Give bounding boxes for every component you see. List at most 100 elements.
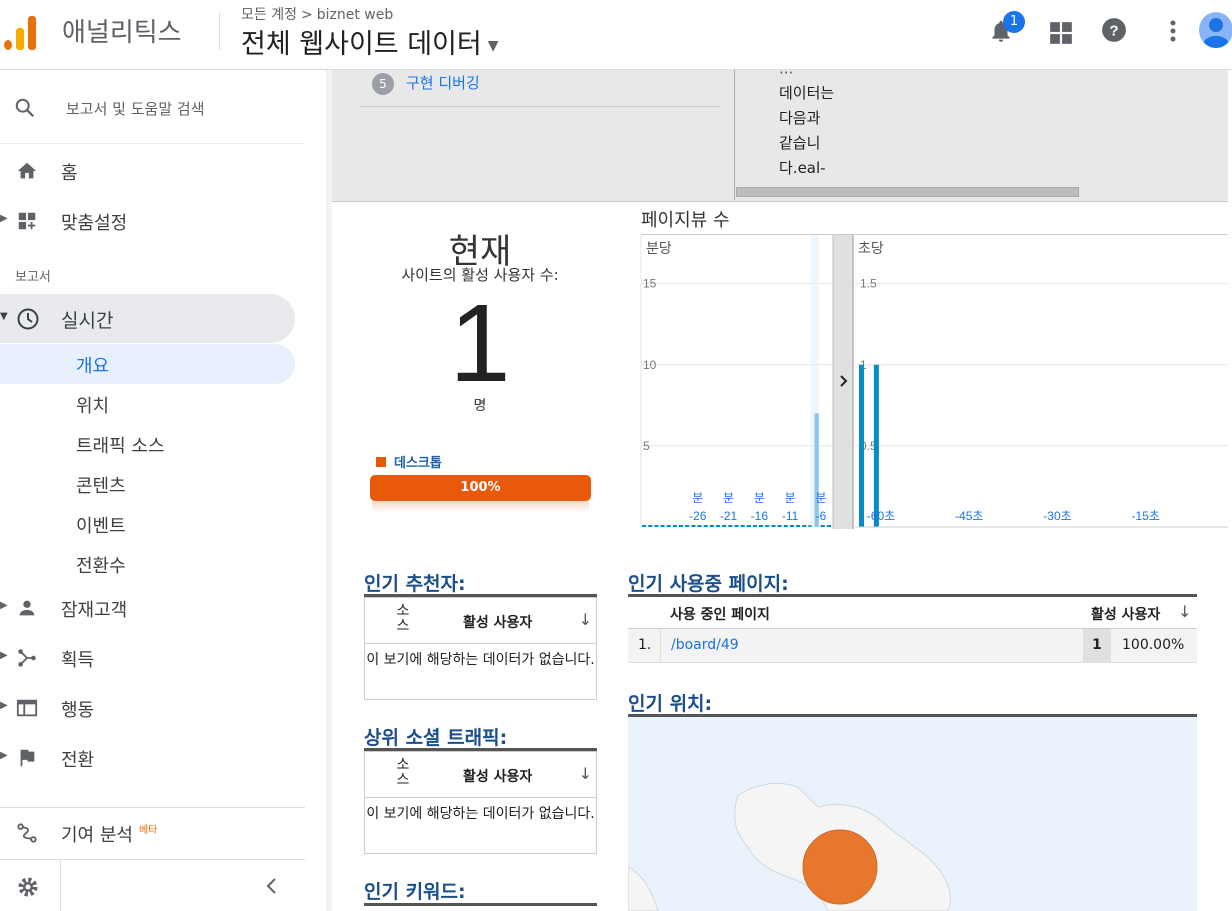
chart-frame: [832, 235, 854, 529]
minute-bar: [728, 525, 733, 527]
y-tick-label: 5: [643, 439, 650, 453]
table-row[interactable]: 1. /board/49 1 100.00%: [628, 629, 1197, 663]
minute-bar: [783, 525, 788, 527]
x-tick-label: -45초: [955, 509, 983, 523]
active-users-unit: 명: [473, 398, 487, 414]
sidebar-subitem-content[interactable]: 콘텐츠: [76, 472, 126, 498]
sidebar-item-customization[interactable]: ▶ 맞춤설정: [0, 198, 305, 244]
sidebar-item-label: 전환: [61, 750, 95, 771]
table-header: 소스 활성 사용자 ↓: [365, 598, 596, 644]
user-avatar-icon: [1203, 18, 1229, 48]
implementation-debug-link[interactable]: 구현 디버깅: [406, 72, 480, 93]
app-name: 애널리틱스: [62, 18, 182, 48]
minute-bar: [709, 525, 714, 527]
minute-bar: [789, 525, 795, 527]
footer-divider: [60, 860, 61, 911]
sidebar-item-realtime[interactable]: ▼ 실시간: [0, 294, 295, 343]
sidebar-separator: [0, 807, 305, 808]
x-tick-label: -26: [689, 509, 707, 523]
y-tick-label: 10: [643, 358, 657, 372]
sidebar-item-conversions[interactable]: ▶ 전환: [0, 735, 305, 781]
x-tick-label: -21: [720, 509, 738, 523]
sidebar-subitem-locations[interactable]: 위치: [76, 392, 109, 418]
sidebar-item-behavior[interactable]: ▶ 행동: [0, 685, 305, 731]
apps-grid-icon[interactable]: [1048, 20, 1074, 46]
sidebar-item-audience[interactable]: ▶ 잠재고객: [0, 585, 305, 631]
chart-splitter: [833, 235, 853, 529]
collapse-sidebar-chevron-icon[interactable]: [264, 877, 278, 895]
minute-bar: [697, 525, 702, 527]
debug-scroll-panel[interactable]: ··· 데이터는 다음과 같습니 다.eal-: [734, 64, 1228, 200]
active-users-count: 1: [449, 282, 511, 405]
x-tick-unit: 분: [785, 491, 796, 505]
table-header: 사용 중인 페이지 활성 사용자 ↓: [628, 597, 1197, 629]
desktop-swatch: [376, 457, 386, 467]
minute-bar: [685, 525, 690, 527]
view-name: 전체 웹사이트 데이터: [241, 29, 482, 60]
notification-badge: 1: [1003, 11, 1025, 33]
sidebar-item-acquisition[interactable]: ▶ 획득: [0, 635, 305, 681]
expand-arrow-icon: ▶: [0, 600, 8, 611]
pageviews-rule: [641, 234, 1228, 235]
sidebar-subitem-conversions[interactable]: 전환수: [76, 552, 126, 578]
column-active-users[interactable]: 활성 사용자: [1091, 604, 1160, 624]
sidebar-footer-separator: [0, 859, 305, 860]
clock-icon: [17, 308, 39, 330]
help-icon[interactable]: ?: [1101, 17, 1127, 43]
column-source[interactable]: 소스: [393, 604, 413, 634]
sidebar-item-home[interactable]: 홈: [0, 148, 305, 194]
breadcrumb-property[interactable]: biznet web: [317, 7, 394, 23]
row-users: 1: [1092, 637, 1102, 653]
sidebar-subitem-overview[interactable]: 개요: [76, 352, 109, 378]
x-tick-label: -30초: [1043, 509, 1071, 523]
sort-down-icon[interactable]: ↓: [579, 610, 592, 629]
sidebar-subitem-traffic-sources[interactable]: 트래픽 소스: [76, 432, 165, 458]
minute-bar: [765, 525, 770, 527]
minute-bar: [672, 525, 677, 527]
column-active-page[interactable]: 사용 중인 페이지: [670, 604, 770, 624]
minute-bar: [746, 525, 751, 527]
per-second-label: 초당: [858, 241, 884, 257]
column-source[interactable]: 소스: [393, 758, 413, 788]
minute-bar: [654, 525, 659, 527]
minute-bar: [796, 525, 801, 527]
location-map[interactable]: [628, 717, 1197, 911]
horizontal-scrollbar[interactable]: [736, 187, 1079, 197]
sort-down-icon[interactable]: ↓: [1178, 602, 1191, 621]
minute-bar: [771, 525, 776, 527]
x-tick-unit: 분: [815, 491, 826, 505]
minute-bar: [820, 525, 825, 527]
row-rank: 1.: [638, 637, 652, 653]
person-icon: [19, 600, 35, 616]
column-active-users[interactable]: 활성 사용자: [463, 612, 532, 632]
page-link[interactable]: /board/49: [671, 637, 739, 653]
top-keywords-title: 인기 키워드:: [364, 881, 466, 903]
minute-bar: [691, 525, 696, 527]
sidebar: 보고서 및 도움말 검색 홈 ▶ 맞춤설정 보고서 ▼ 실시간 개요 위치 트래…: [0, 70, 326, 911]
scroll-text-line: 데이터는: [779, 84, 835, 102]
minute-bar: [648, 525, 653, 527]
pageviews-title: 페이지뷰 수: [641, 210, 730, 231]
minute-bar: [715, 525, 721, 527]
minute-bar: [678, 525, 684, 527]
report-search[interactable]: 보고서 및 도움말 검색: [0, 70, 305, 144]
scroll-text-line: 같습니: [779, 134, 821, 152]
sidebar-subitem-events[interactable]: 이벤트: [76, 512, 126, 538]
analytics-logo[interactable]: [4, 14, 38, 50]
account-avatar[interactable]: [1199, 12, 1232, 48]
table-header: 소스 활성 사용자 ↓: [365, 752, 596, 798]
sidebar-item-label: 행동: [61, 700, 95, 721]
sort-down-icon[interactable]: ↓: [579, 764, 592, 783]
sidebar-item-label: 맞춤설정: [61, 213, 128, 234]
view-selector[interactable]: 전체 웹사이트 데이터 ▼: [241, 22, 499, 61]
sidebar-item-attribution[interactable]: 기여 분석 베타: [0, 810, 305, 856]
y-tick-label: 15: [643, 277, 657, 291]
more-vert-icon[interactable]: [1160, 19, 1186, 45]
settings-gear-icon[interactable]: [16, 875, 40, 899]
minute-bar: [722, 525, 727, 527]
top-locations-title: 인기 위치:: [628, 693, 713, 715]
column-active-users[interactable]: 활성 사용자: [463, 766, 532, 786]
location-bubble[interactable]: [802, 829, 878, 905]
breadcrumb[interactable]: 모든 계정 > biznet web: [241, 4, 393, 24]
breadcrumb-account[interactable]: 모든 계정: [241, 7, 297, 23]
